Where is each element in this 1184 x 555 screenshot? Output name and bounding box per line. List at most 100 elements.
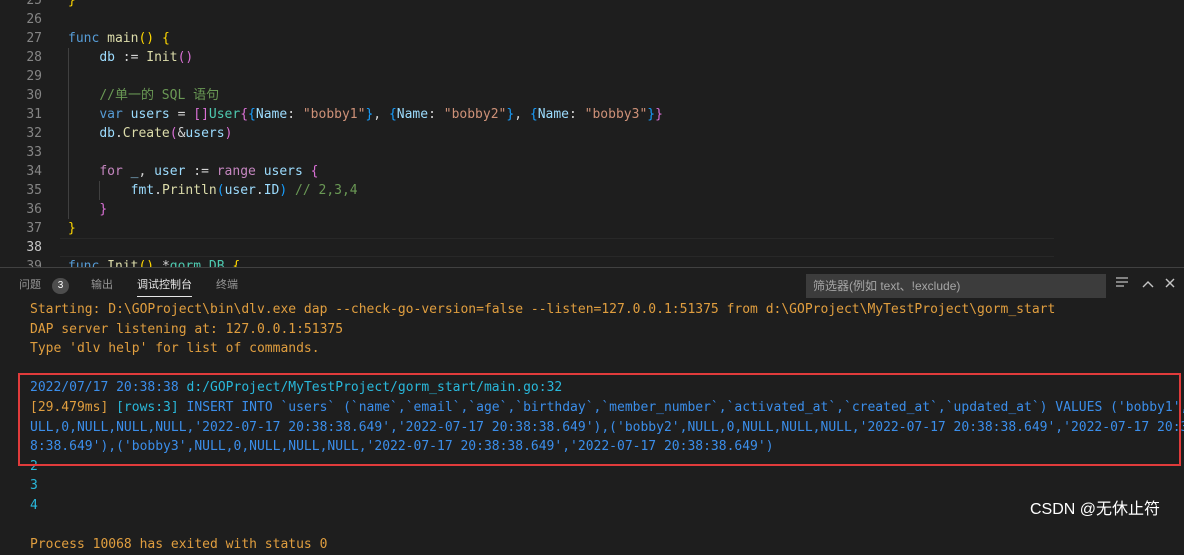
filter-input[interactable]: 筛选器(例如 text、!exclude) — [806, 274, 1106, 298]
line-number: 31 — [26, 107, 42, 122]
tab-output[interactable]: 输出 — [91, 278, 113, 296]
code-token: DB — [208, 259, 233, 267]
code-token: } — [647, 107, 656, 122]
code-token: : — [569, 107, 585, 122]
line-number: 35 — [26, 183, 42, 198]
code-token: users — [185, 126, 225, 141]
clear-console-icon[interactable] — [1113, 276, 1131, 294]
code-line: 38 — [0, 238, 1184, 257]
line-number: 37 — [26, 221, 42, 236]
code-text: func main() { — [68, 29, 170, 48]
code-line: 33 — [0, 143, 1184, 162]
code-token: , — [138, 164, 155, 179]
code-token: { — [388, 107, 397, 122]
code-token: () — [138, 259, 162, 267]
code-token: : — [428, 107, 444, 122]
code-text: } — [68, 0, 76, 10]
code-token: for — [99, 164, 131, 179]
code-token: ( — [216, 183, 225, 198]
code-line: 36 } — [0, 200, 1184, 219]
code-token: //单一的 SQL 语句 — [99, 88, 220, 103]
code-token: ) — [224, 126, 233, 141]
code-text: var users = []User{{Name: "bobby1"}, {Na… — [68, 105, 663, 124]
code-token: ID — [263, 183, 280, 198]
tab-terminal[interactable]: 终端 — [216, 278, 238, 296]
code-token: { — [248, 107, 256, 122]
line-number: 34 — [26, 164, 42, 179]
line-number: 32 — [26, 126, 42, 141]
code-token: Init — [107, 259, 139, 267]
console-line: DAP server listening at: 127.0.0.1:51375 — [30, 320, 343, 340]
code-line: 35 fmt.Println(user.ID) // 2,3,4 — [0, 181, 1184, 200]
code-token: { — [232, 259, 241, 267]
highlight-box — [18, 373, 1181, 466]
code-token: = — [169, 107, 194, 122]
bottom-panel: 问题 3 输出 调试控制台 终端 筛选器(例如 text、!exclude) S… — [0, 267, 1184, 552]
line-number: 39 — [26, 259, 42, 267]
code-token: { — [529, 107, 538, 122]
console-line: Starting: D:\GOProject\bin\dlv.exe dap -… — [30, 300, 1055, 320]
line-number: 26 — [26, 12, 42, 27]
code-line: 34 for _, user := range users { — [0, 162, 1184, 181]
code-token: . — [255, 183, 264, 198]
code-token: . — [114, 126, 123, 141]
code-token: "bobby3" — [584, 107, 648, 122]
code-text: //单一的 SQL 语句 — [68, 86, 219, 105]
line-number: 36 — [26, 202, 42, 217]
code-text: for _, user := range users { — [68, 162, 318, 181]
console-text: DAP server listening at: 127.0.0.1:51375 — [30, 321, 344, 337]
code-text: fmt.Println(user.ID) // 2,3,4 — [68, 181, 358, 200]
console-text: 3 — [30, 478, 38, 494]
code-text: db := Init() — [68, 48, 193, 67]
code-token: user — [154, 164, 186, 179]
code-token: , — [373, 107, 389, 122]
code-token: Create — [122, 126, 170, 141]
code-token: "bobby2" — [443, 107, 507, 122]
tab-debug-console[interactable]: 调试控制台 — [137, 278, 192, 297]
code-line: 25} — [0, 0, 1184, 10]
watermark: CSDN @无休止符 — [1030, 501, 1161, 518]
code-line: 28 db := Init() — [0, 48, 1184, 67]
console-text: Starting: D:\GOProject\bin\dlv.exe dap -… — [30, 302, 1056, 317]
code-token: Init — [146, 50, 178, 65]
code-token: var — [99, 107, 131, 122]
code-token: db — [99, 50, 115, 65]
code-token: } — [99, 202, 108, 217]
tab-problems[interactable]: 问题 — [19, 278, 41, 296]
chevron-up-icon[interactable] — [1139, 276, 1157, 294]
console-text: 4 — [30, 498, 38, 513]
code-token: db — [99, 126, 115, 141]
line-number: 33 — [26, 145, 42, 160]
console-line: Process 10068 has exited with status 0 — [30, 535, 327, 555]
console-line: 4 — [30, 496, 38, 516]
code-editor[interactable]: 25} 26 27 func main() {28 db := Init() 29 30 … — [0, 0, 1184, 267]
code-token: * — [161, 259, 170, 267]
code-token: Name — [537, 107, 569, 122]
code-token: { — [161, 31, 170, 46]
code-token: users — [263, 164, 303, 179]
code-line: 27 func main() { — [0, 29, 1184, 48]
code-token: , — [514, 107, 530, 122]
code-token: := — [114, 50, 147, 65]
code-line: 37} — [0, 219, 1184, 238]
code-token: gorm — [169, 259, 202, 267]
close-icon[interactable] — [1161, 276, 1179, 294]
code-token: } — [68, 0, 76, 8]
problems-count-badge: 3 — [52, 278, 69, 294]
code-token: main — [107, 31, 139, 46]
line-number: 38 — [26, 240, 42, 255]
code-token: func — [68, 31, 108, 46]
code-token: } — [655, 107, 663, 122]
code-token: Name — [255, 107, 288, 122]
code-token: range — [216, 164, 264, 179]
code-text: } — [68, 219, 76, 238]
code-token: [] — [193, 107, 209, 122]
code-token: } — [68, 221, 76, 236]
